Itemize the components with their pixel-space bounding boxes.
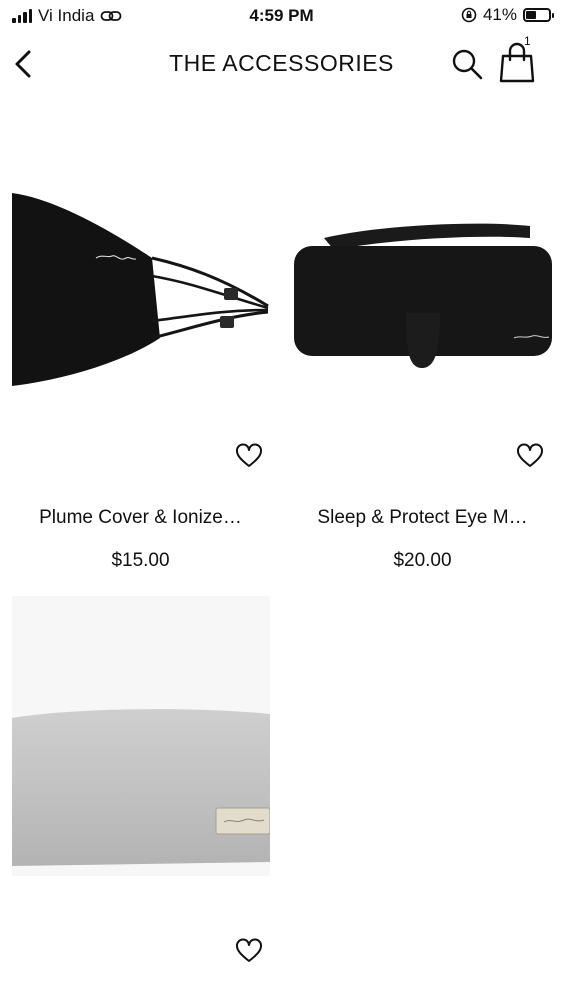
product-card[interactable]: Sleep & Protect Eye M… $20.00 [282, 96, 563, 586]
rotation-lock-icon [461, 7, 477, 23]
eye-mask-image [294, 223, 552, 368]
product-image[interactable] [294, 218, 552, 368]
product-image[interactable] [12, 596, 270, 876]
battery-icon [523, 8, 554, 22]
heart-icon[interactable] [235, 443, 263, 469]
product-card[interactable] [0, 596, 281, 1000]
product-price: $15.00 [111, 550, 170, 571]
heart-icon[interactable] [516, 443, 544, 469]
cart-count-badge: 1 [524, 34, 531, 48]
search-icon[interactable] [449, 46, 485, 82]
status-bar: Vi India 4:59 PM 41% [0, 0, 563, 34]
pouch-image [12, 709, 270, 866]
battery-percent: 41% [482, 5, 517, 24]
nav-header: THE ACCESSORIES 1 [0, 34, 563, 96]
product-card[interactable]: Plume Cover & Ionize… $15.00 [0, 96, 281, 586]
heart-icon[interactable] [235, 938, 263, 964]
product-name[interactable]: Plume Cover & Ionize… [0, 507, 281, 529]
product-price: $20.00 [393, 550, 452, 571]
product-image[interactable] [12, 188, 270, 388]
face-mask-image [12, 193, 269, 386]
status-right: 41% [461, 5, 554, 25]
product-name[interactable]: Sleep & Protect Eye M… [282, 507, 563, 529]
